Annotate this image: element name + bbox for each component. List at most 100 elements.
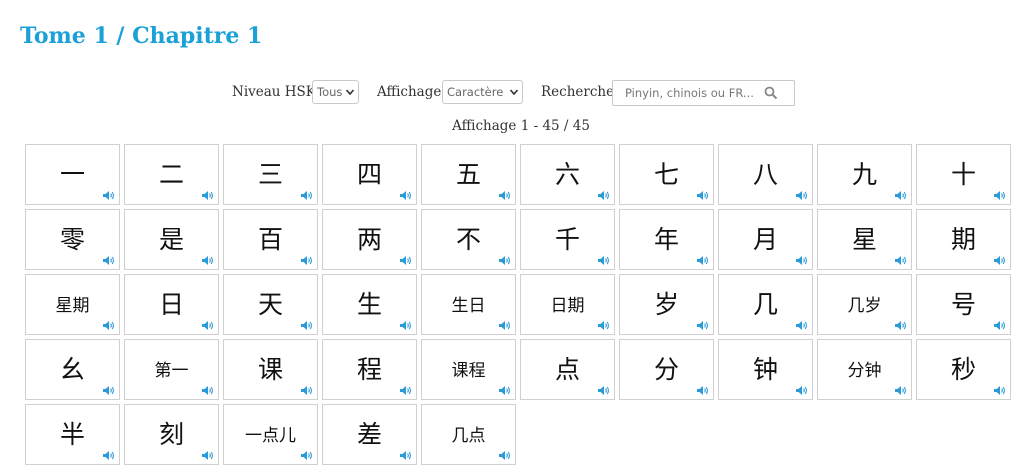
character-card[interactable]: 点 [520,339,615,400]
character-card[interactable]: 九 [817,144,912,205]
character-card[interactable]: 岁 [619,274,714,335]
character-card[interactable]: 星 [817,209,912,270]
speaker-icon[interactable] [498,450,511,461]
character-card[interactable]: 星期 [25,274,120,335]
speaker-icon[interactable] [894,190,907,201]
character-card[interactable]: 零 [25,209,120,270]
character-card[interactable]: 程 [322,339,417,400]
character-card[interactable]: 刻 [124,404,219,465]
character-text: 几岁 [847,296,882,316]
speaker-icon[interactable] [696,190,709,201]
speaker-icon[interactable] [498,320,511,331]
speaker-icon[interactable] [795,385,808,396]
character-card[interactable]: 生日 [421,274,516,335]
character-card[interactable]: 天 [223,274,318,335]
speaker-icon[interactable] [696,255,709,266]
character-card[interactable]: 千 [520,209,615,270]
speaker-icon[interactable] [498,385,511,396]
display-select[interactable]: Caractère [442,80,523,104]
speaker-icon[interactable] [102,450,115,461]
character-card[interactable]: 钟 [718,339,813,400]
character-card[interactable]: 号 [916,274,1011,335]
search-input[interactable] [625,85,763,101]
character-card[interactable]: 五 [421,144,516,205]
speaker-icon[interactable] [894,320,907,331]
character-card[interactable]: 七 [619,144,714,205]
speaker-icon[interactable] [894,255,907,266]
speaker-icon[interactable] [102,385,115,396]
speaker-icon[interactable] [102,190,115,201]
character-card[interactable]: 一点儿 [223,404,318,465]
speaker-icon[interactable] [399,255,412,266]
speaker-icon[interactable] [597,255,610,266]
speaker-icon[interactable] [498,255,511,266]
speaker-icon[interactable] [201,320,214,331]
hsk-level-select[interactable]: Tous [312,80,359,104]
speaker-icon[interactable] [795,190,808,201]
speaker-icon[interactable] [201,255,214,266]
character-card[interactable]: 分 [619,339,714,400]
speaker-icon[interactable] [399,385,412,396]
character-card[interactable]: 生 [322,274,417,335]
display-label: Affichage [377,84,442,100]
speaker-icon[interactable] [894,385,907,396]
speaker-icon[interactable] [498,190,511,201]
speaker-icon[interactable] [795,255,808,266]
speaker-icon[interactable] [399,450,412,461]
speaker-icon[interactable] [993,255,1006,266]
character-card[interactable]: 年 [619,209,714,270]
speaker-icon[interactable] [300,385,313,396]
speaker-icon[interactable] [201,190,214,201]
character-card[interactable]: 两 [322,209,417,270]
character-card[interactable]: 几点 [421,404,516,465]
speaker-icon[interactable] [399,320,412,331]
character-card[interactable]: 月 [718,209,813,270]
character-card[interactable]: 秒 [916,339,1011,400]
character-card[interactable]: 日 [124,274,219,335]
speaker-icon[interactable] [993,385,1006,396]
speaker-icon[interactable] [696,385,709,396]
speaker-icon[interactable] [201,450,214,461]
character-card[interactable]: 不 [421,209,516,270]
character-card[interactable]: 分钟 [817,339,912,400]
character-card[interactable]: 几岁 [817,274,912,335]
filter-bar: Niveau HSK Tous Affichage Caractère Rech… [0,80,1024,106]
search-icon[interactable] [764,86,778,100]
speaker-icon[interactable] [993,320,1006,331]
speaker-icon[interactable] [102,255,115,266]
speaker-icon[interactable] [597,320,610,331]
character-card[interactable]: 四 [322,144,417,205]
character-card[interactable]: 六 [520,144,615,205]
character-card[interactable]: 一 [25,144,120,205]
character-card[interactable]: 几 [718,274,813,335]
speaker-icon[interactable] [696,320,709,331]
speaker-icon[interactable] [300,255,313,266]
character-card[interactable]: 课 [223,339,318,400]
speaker-icon[interactable] [300,190,313,201]
character-card[interactable]: 课程 [421,339,516,400]
speaker-icon[interactable] [300,320,313,331]
speaker-icon[interactable] [795,320,808,331]
character-card[interactable]: 十 [916,144,1011,205]
character-card[interactable]: 第一 [124,339,219,400]
speaker-icon[interactable] [102,320,115,331]
speaker-icon[interactable] [993,190,1006,201]
character-card[interactable]: 八 [718,144,813,205]
character-card[interactable]: 期 [916,209,1011,270]
speaker-icon[interactable] [597,190,610,201]
speaker-icon[interactable] [201,385,214,396]
character-card[interactable]: 三 [223,144,318,205]
character-card[interactable]: 半 [25,404,120,465]
character-card[interactable]: 幺 [25,339,120,400]
speaker-icon[interactable] [300,450,313,461]
speaker-icon[interactable] [399,190,412,201]
character-card[interactable]: 二 [124,144,219,205]
character-card[interactable]: 日期 [520,274,615,335]
character-card[interactable]: 百 [223,209,318,270]
speaker-icon[interactable] [597,385,610,396]
character-text: 一点儿 [245,426,296,446]
character-card[interactable]: 是 [124,209,219,270]
character-card[interactable]: 差 [322,404,417,465]
character-text: 月 [752,225,778,254]
character-text: 九 [851,160,877,189]
